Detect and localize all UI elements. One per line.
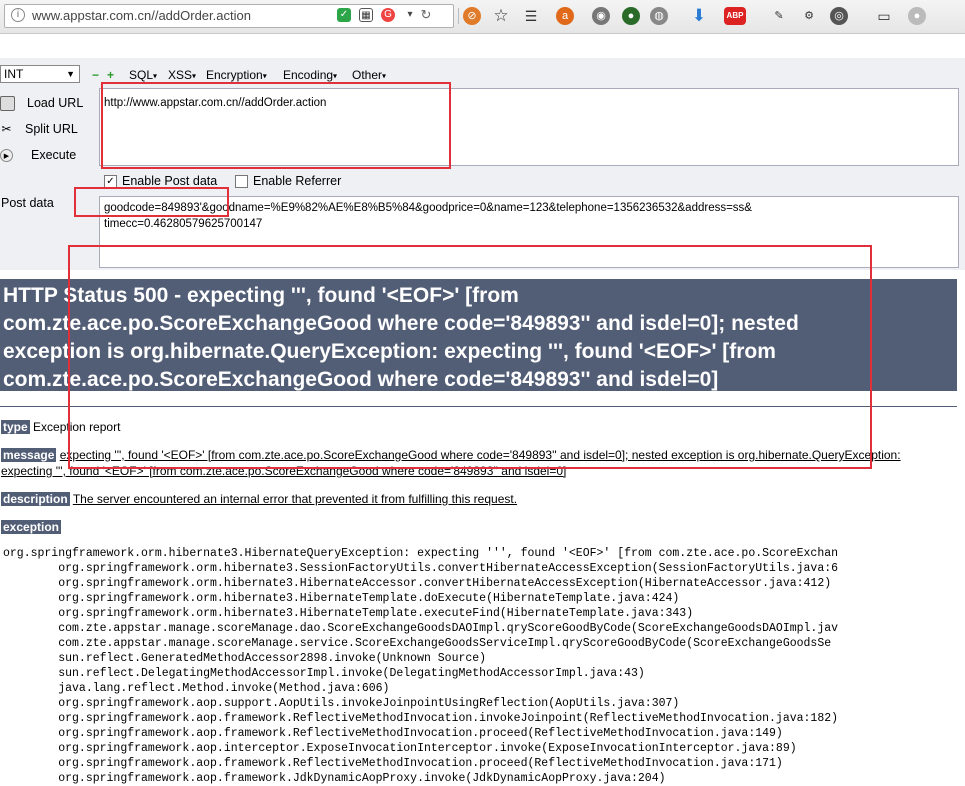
- minus-icon[interactable]: −: [92, 68, 99, 82]
- enable-post-checkbox[interactable]: ✓ Enable Post data: [104, 174, 217, 189]
- checkbox-unchecked-icon: [235, 175, 248, 189]
- checkbox-checked-icon: ✓: [104, 175, 117, 189]
- message-label: message: [1, 448, 57, 462]
- globe-icon[interactable]: ◍: [650, 7, 668, 25]
- stack-line: org.springframework.orm.hibernate3.Sessi…: [3, 562, 839, 575]
- message-row: message expecting ''', found '<EOF>' [fr…: [1, 448, 901, 462]
- address-text[interactable]: www.appstar.com.cn//addOrder.action: [32, 8, 251, 23]
- profile-icon[interactable]: ●: [908, 7, 926, 25]
- stack-line: org.springframework.orm.hibernate3.Hiber…: [3, 577, 832, 590]
- stack-line: org.springframework.aop.framework.JdkDyn…: [3, 772, 666, 785]
- title-line: com.zte.ace.po.ScoreExchangeGood where c…: [3, 368, 719, 391]
- menu-xss[interactable]: XSS▾: [168, 68, 196, 82]
- stack-line: org.springframework.orm.hibernate3.Hiber…: [3, 592, 680, 605]
- avast-icon[interactable]: a: [556, 7, 574, 25]
- stack-line: sun.reflect.DelegatingMethodAccessorImpl…: [3, 667, 645, 680]
- stack-line: com.zte.appstar.manage.scoreManage.servi…: [3, 637, 832, 650]
- page-title: HTTP Status 500 - expecting ''', found '…: [0, 279, 957, 391]
- extension-green-icon[interactable]: ●: [622, 7, 640, 25]
- hackbar-panel: INT ▼ − + SQL▾ XSS▾ Encryption▾ Encoding…: [0, 58, 965, 270]
- eye-icon[interactable]: ◎: [830, 7, 848, 25]
- split-url-button[interactable]: ✂ Split URL: [0, 122, 77, 137]
- window-icon[interactable]: ▭: [875, 7, 893, 25]
- browser-toolbar: i www.appstar.com.cn//addOrder.action ✓ …: [0, 0, 965, 34]
- toolbar-separator: [458, 8, 459, 24]
- message-value-cont: expecting ''', found '<EOF>' [from com.z…: [1, 464, 567, 478]
- stack-line: org.springframework.aop.support.AopUtils…: [3, 697, 680, 710]
- title-line: com.zte.ace.po.ScoreExchangeGood where c…: [3, 312, 799, 335]
- title-line: HTTP Status 500 - expecting ''', found '…: [3, 284, 519, 307]
- bookmark-star-icon[interactable]: ☆: [492, 7, 510, 25]
- chevron-down-icon: ▼: [66, 69, 75, 79]
- play-icon: ▶: [0, 149, 13, 163]
- post-line-2: timecc=0.46280579625700147: [104, 218, 263, 230]
- post-data-label: Post data: [1, 196, 54, 210]
- reload-icon[interactable]: ↻: [419, 8, 433, 22]
- post-data-textarea[interactable]: goodcode=849893'&goodname=%E9%82%AE%E8%B…: [99, 196, 959, 268]
- type-value: Exception report: [33, 420, 121, 434]
- stack-line: org.springframework.aop.framework.Reflec…: [3, 712, 839, 725]
- download-icon[interactable]: ⬇: [690, 7, 708, 25]
- stack-line: com.zte.appstar.manage.scoreManage.dao.S…: [3, 622, 839, 635]
- menu-encoding[interactable]: Encoding▾: [283, 68, 337, 82]
- select-value: INT: [4, 67, 24, 81]
- execute-button[interactable]: ▶ Execute: [0, 148, 76, 163]
- type-label: type: [1, 420, 30, 434]
- description-label: description: [1, 492, 70, 506]
- dropdown-icon[interactable]: ▾: [403, 8, 417, 22]
- exception-row: exception: [1, 520, 62, 534]
- no-image-icon[interactable]: ⊘: [463, 7, 481, 25]
- stack-line: sun.reflect.GeneratedMethodAccessor2898.…: [3, 652, 487, 665]
- abp-icon[interactable]: ABP: [724, 7, 746, 25]
- hackbar-type-select[interactable]: INT ▼: [0, 65, 80, 83]
- qr-icon[interactable]: ▦: [359, 8, 373, 22]
- type-row: type Exception report: [1, 420, 120, 434]
- rss-icon[interactable]: G: [381, 8, 395, 22]
- address-bar[interactable]: i www.appstar.com.cn//addOrder.action ✓ …: [4, 4, 454, 28]
- stack-line: org.springframework.aop.framework.Reflec…: [3, 757, 783, 770]
- url-textarea[interactable]: http://www.appstar.com.cn//addOrder.acti…: [99, 88, 959, 166]
- reading-list-icon[interactable]: ☰: [522, 7, 540, 25]
- paint-icon[interactable]: ✎: [770, 7, 788, 25]
- stack-line: org.springframework.aop.interceptor.Expo…: [3, 742, 797, 755]
- menu-encryption[interactable]: Encryption▾: [206, 68, 267, 82]
- load-icon: [0, 96, 15, 112]
- settings-icon[interactable]: ⚙: [800, 7, 818, 25]
- divider: [0, 406, 957, 407]
- shield-icon[interactable]: ✓: [337, 8, 351, 22]
- menu-other[interactable]: Other▾: [352, 68, 386, 82]
- plus-icon[interactable]: +: [107, 68, 114, 82]
- palette-icon[interactable]: ◉: [592, 7, 610, 25]
- stack-line: org.springframework.orm.hibernate3.Hiber…: [3, 547, 839, 560]
- title-line: exception is org.hibernate.QueryExceptio…: [3, 340, 776, 363]
- stack-line: java.lang.reflect.Method.invoke(Method.j…: [3, 682, 390, 695]
- scissors-icon: ✂: [1, 122, 12, 137]
- post-line-1: goodcode=849893'&goodname=%E9%82%AE%E8%B…: [104, 202, 752, 214]
- stack-line: org.springframework.aop.framework.Reflec…: [3, 727, 783, 740]
- description-value: The server encountered an internal error…: [72, 492, 518, 506]
- stack-trace: org.springframework.orm.hibernate3.Hiber…: [3, 546, 838, 786]
- message-value: expecting ''', found '<EOF>' [from com.z…: [59, 448, 901, 462]
- exception-label: exception: [1, 520, 62, 534]
- stack-line: org.springframework.orm.hibernate3.Hiber…: [3, 607, 694, 620]
- load-url-button[interactable]: Load URL: [0, 96, 83, 112]
- enable-referrer-checkbox[interactable]: Enable Referrer: [235, 174, 341, 189]
- description-row: description The server encountered an in…: [1, 492, 517, 506]
- page-info-icon[interactable]: i: [11, 8, 25, 22]
- menu-sql[interactable]: SQL▾: [129, 68, 157, 82]
